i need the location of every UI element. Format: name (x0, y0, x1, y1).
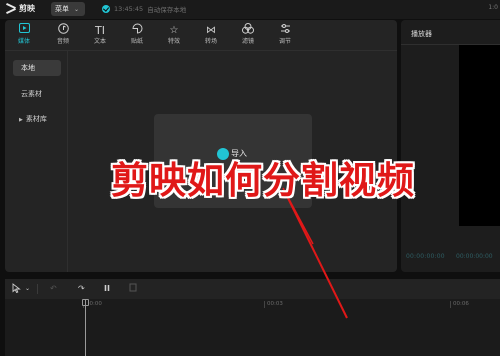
tab-label: 转场 (204, 38, 217, 45)
title-bar: 剪映 菜单 ⌄ 13:45:45 自动保存本地 1:0 (0, 0, 500, 19)
tab-filter[interactable]: 滤镜 (230, 20, 266, 50)
check-icon (102, 5, 110, 13)
tab-label: 调节 (278, 38, 291, 45)
player-panel: 播放器 00:00:00:00 00:00:00:00 (401, 20, 500, 272)
chevron-down-icon: ⌄ (74, 5, 80, 13)
audio-icon (45, 23, 81, 38)
adjust-icon (267, 23, 303, 38)
delete-icon[interactable] (129, 283, 137, 296)
tab-effects[interactable]: ☆ 特效 (156, 20, 192, 50)
sidebar-item-library[interactable]: ▶ 素材库 (13, 111, 61, 127)
redo-icon[interactable]: ↷ (78, 283, 85, 295)
divider (37, 284, 38, 294)
capcut-logo-icon (5, 3, 17, 14)
caret-right-icon: ▶ (19, 117, 23, 123)
tab-label: 媒体 (17, 38, 30, 45)
player-current-time: 00:00:00:00 (406, 253, 445, 260)
media-sidebar: 本地 云素材 ▶ 素材库 (5, 51, 68, 272)
tab-audio[interactable]: 音频 (45, 20, 81, 50)
ruler-tick: 00:06 (450, 301, 469, 308)
undo-icon[interactable]: ↶ (50, 283, 57, 295)
player-viewport[interactable] (459, 45, 500, 226)
autosave-status: 13:45:45 自动保存本地 (102, 4, 186, 14)
sidebar-item-label: 素材库 (25, 115, 47, 123)
tab-label: 音频 (56, 38, 69, 45)
transition-icon: ⋈ (206, 25, 216, 36)
top-right-label: 1:0 (488, 4, 498, 11)
timeline-panel: ⌄ ↶ ↷ II 00:00 00:03 00:06 (5, 279, 500, 356)
app-logo: 剪映 (5, 3, 35, 14)
app-name: 剪映 (19, 4, 35, 13)
autosave-text: 自动保存本地 (147, 6, 187, 14)
tab-label: 文本 (93, 38, 106, 45)
tab-media[interactable]: 媒体 (6, 20, 42, 50)
player-total-time: 00:00:00:00 (456, 253, 493, 260)
tab-transition[interactable]: ⋈ 转场 (193, 20, 229, 50)
tab-adjust[interactable]: 调节 (267, 20, 303, 50)
sidebar-item-label: 云素材 (21, 90, 42, 98)
select-cursor-icon[interactable] (12, 283, 21, 297)
overlay-caption: 剪映如何分割视频 (111, 158, 415, 202)
tab-label: 特效 (167, 38, 180, 45)
filter-icon (230, 23, 266, 38)
timeline-ruler: 00:00 00:03 00:06 (5, 299, 500, 311)
sidebar-item-local[interactable]: 本地 (13, 60, 61, 76)
player-title: 播放器 (411, 30, 432, 38)
split-icon[interactable]: II (104, 283, 110, 295)
effects-icon: ☆ (169, 25, 179, 36)
timeline-toolbar: ⌄ ↶ ↷ II (5, 279, 500, 299)
chevron-down-icon[interactable]: ⌄ (25, 283, 30, 295)
sidebar-item-label: 本地 (21, 64, 35, 72)
media-panel: 媒体 音频 TI 文本 贴纸 ☆ 特效 ⋈ 转场 滤镜 调节 本地 云素材 ▶ … (5, 20, 397, 272)
menu-button[interactable]: 菜单 ⌄ (51, 2, 85, 16)
sidebar-item-cloud[interactable]: 云素材 (13, 86, 61, 102)
autosave-time: 13:45:45 (114, 5, 144, 13)
tab-text[interactable]: TI 文本 (82, 20, 118, 50)
sticker-icon (119, 23, 155, 38)
text-icon: TI (95, 24, 105, 37)
tab-label: 贴纸 (130, 38, 143, 45)
playhead[interactable] (85, 299, 86, 356)
media-tabs: 媒体 音频 TI 文本 贴纸 ☆ 特效 ⋈ 转场 滤镜 调节 (5, 20, 305, 50)
ruler-tick: 00:03 (264, 301, 283, 308)
media-icon (6, 23, 42, 38)
tab-label: 滤镜 (241, 38, 254, 45)
tab-sticker[interactable]: 贴纸 (119, 20, 155, 50)
menu-button-label: 菜单 (55, 5, 69, 13)
